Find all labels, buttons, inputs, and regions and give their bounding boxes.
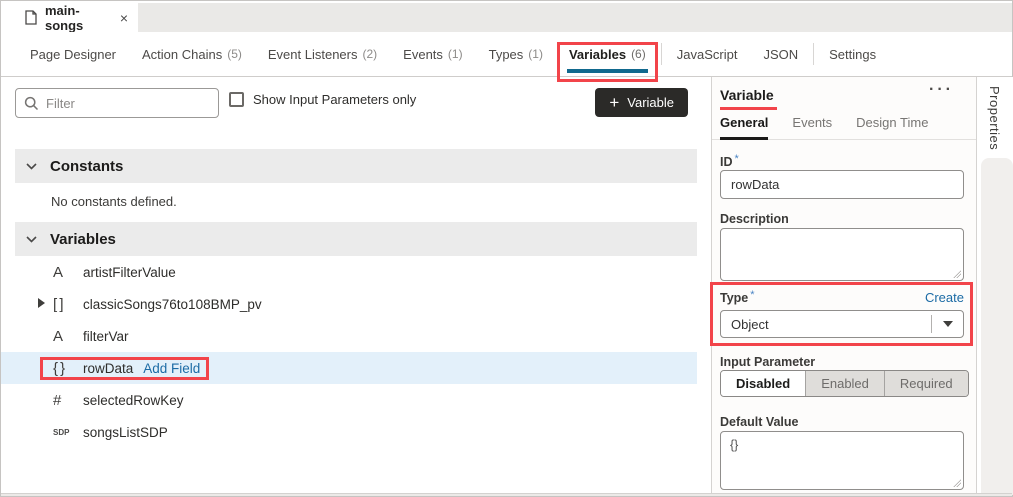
tab-count: (1) [528, 47, 543, 61]
tab-action-chains[interactable]: Action Chains (5) [129, 32, 255, 76]
default-value-textarea[interactable]: {} [720, 431, 964, 490]
overflow-menu-icon[interactable]: ··· [929, 81, 954, 99]
tab-title: main-songs [45, 2, 84, 33]
checkbox-unchecked-icon[interactable] [229, 92, 244, 107]
constants-section-header[interactable]: Constants [15, 149, 697, 183]
plus-icon: + [609, 93, 620, 112]
properties-rail-tab[interactable]: Properties [987, 86, 1002, 150]
resize-grip-icon[interactable] [952, 478, 961, 487]
variables-section-title: Variables [50, 230, 116, 248]
properties-rail: Properties [976, 77, 1013, 495]
chevron-down-icon [26, 235, 37, 243]
variable-name: classicSongs76to108BMP_pv [83, 296, 262, 312]
segment-enabled[interactable]: Enabled [805, 371, 884, 396]
array-type-icon: [ ] [53, 295, 64, 313]
variable-row-artistFilterValue[interactable]: A artistFilterValue [1, 256, 697, 288]
segment-required[interactable]: Required [883, 371, 968, 396]
filter-input[interactable] [46, 95, 222, 111]
tab-event-listeners[interactable]: Event Listeners (2) [255, 32, 390, 76]
segment-disabled[interactable]: Disabled [721, 371, 806, 396]
tab-strip-background [138, 3, 1012, 32]
show-input-parameters-toggle[interactable]: Show Input Parameters only [229, 92, 416, 107]
input-parameter-label: Input Parameter [720, 355, 816, 369]
tab-general[interactable]: General [720, 115, 769, 140]
variable-name: filterVar [83, 328, 129, 344]
variables-section-header[interactable]: Variables [15, 222, 697, 256]
object-type-icon: { } [53, 359, 65, 377]
variable-row-songsListSDP[interactable]: SDP songsListSDP [1, 416, 697, 448]
expand-arrow-icon[interactable] [38, 298, 45, 308]
variable-row-filterVar[interactable]: A filterVar [1, 320, 697, 352]
properties-tabs: General Events Design Time [712, 115, 976, 140]
tab-events[interactable]: Events (1) [390, 32, 475, 76]
checkbox-label: Show Input Parameters only [253, 92, 417, 107]
chevron-down-icon [26, 162, 37, 170]
string-type-icon: A [53, 263, 63, 281]
document-icon [25, 10, 37, 25]
add-variable-label: Variable [627, 95, 674, 110]
type-select[interactable]: Object [720, 310, 964, 338]
id-field-label: ID * [720, 153, 739, 169]
variable-name: songsListSDP [83, 424, 168, 440]
variables-list-panel: Show Input Parameters only + Variable Co… [1, 77, 711, 495]
type-select-value: Object [731, 316, 769, 332]
required-asterisk: * [750, 288, 755, 301]
filter-search-box [15, 88, 222, 118]
editor-nav-bar: Page Designer Action Chains (5) Event Lis… [1, 32, 1012, 82]
default-value-label: Default Value [720, 415, 799, 429]
tab-variables[interactable]: Variables (6) [556, 32, 659, 82]
description-field-label: Description [720, 212, 789, 226]
tab-settings[interactable]: Settings [816, 32, 889, 76]
required-asterisk: * [734, 153, 739, 165]
search-icon [24, 96, 39, 111]
description-textarea[interactable] [720, 228, 964, 281]
tab-events[interactable]: Events [792, 115, 832, 139]
constants-section-title: Constants [50, 157, 124, 175]
default-value-field: {} [720, 431, 964, 490]
id-input[interactable] [720, 170, 964, 199]
add-field-link[interactable]: Add Field [143, 361, 200, 376]
tab-json[interactable]: JSON [750, 32, 811, 76]
annotation-underline-variable-title [720, 107, 777, 110]
variable-row-rowData[interactable]: { } rowData Add Field [1, 352, 697, 384]
type-field-group: Type * Create Object [710, 282, 973, 346]
input-parameter-segmented-control: Disabled Enabled Required [720, 370, 969, 397]
variable-name: artistFilterValue [83, 264, 176, 280]
variable-row-classicSongs76to108BMP_pv[interactable]: [ ] classicSongs76to108BMP_pv [1, 288, 697, 320]
nav-divider [813, 43, 815, 65]
properties-panel-title: Variable [720, 87, 774, 103]
variables-list: A artistFilterValue [ ] classicSongs76to… [1, 256, 697, 448]
type-field-label: Type * [720, 288, 755, 305]
variable-properties-panel: Variable ··· General Events Design Time … [710, 77, 976, 495]
string-type-icon: A [53, 327, 63, 345]
tab-count: (2) [362, 47, 378, 61]
scrollbar-track[interactable] [981, 158, 1013, 495]
tab-count: (1) [447, 47, 463, 61]
close-icon[interactable]: × [120, 10, 128, 26]
variable-row-selectedRowKey[interactable]: # selectedRowKey [1, 384, 697, 416]
resize-grip-icon[interactable] [952, 269, 961, 278]
tab-page-designer[interactable]: Page Designer [17, 32, 129, 76]
tab-javascript[interactable]: JavaScript [664, 32, 751, 76]
active-tab-underline [566, 69, 648, 73]
add-variable-button[interactable]: + Variable [595, 88, 688, 117]
vb-editor-window: { "tab_bar": { "active_tab": "main-songs… [0, 0, 1013, 497]
document-tab-strip: main-songs × [1, 1, 1012, 33]
tab-count: (5) [227, 47, 242, 61]
tab-design-time[interactable]: Design Time [856, 115, 928, 139]
chevron-down-icon[interactable] [932, 321, 963, 327]
number-type-icon: # [53, 391, 61, 409]
tab-count: (6) [631, 47, 646, 61]
description-field [720, 228, 964, 281]
tab-types[interactable]: Types (1) [476, 32, 556, 76]
active-tab-underline [720, 137, 769, 140]
create-type-link[interactable]: Create [925, 290, 964, 305]
sdp-type-icon: SDP [53, 427, 70, 437]
variable-name: selectedRowKey [83, 392, 184, 408]
variable-name: rowData [83, 360, 134, 376]
nav-divider [660, 43, 662, 65]
tab-main-songs[interactable]: main-songs × [15, 2, 138, 33]
no-constants-message: No constants defined. [51, 194, 177, 209]
horizontal-scrollbar-track[interactable] [1, 493, 1012, 496]
